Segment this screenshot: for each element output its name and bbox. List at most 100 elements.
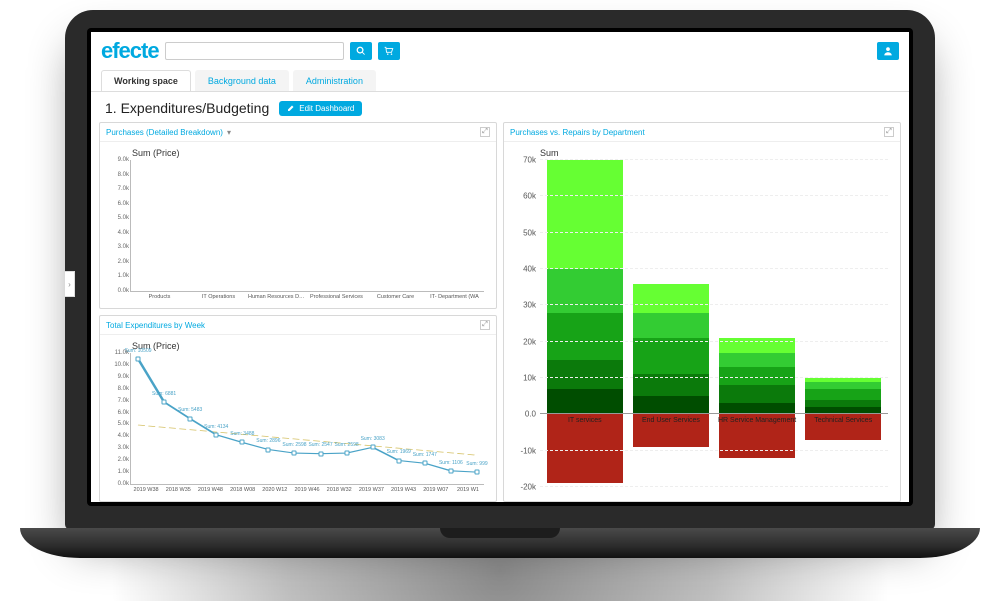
- x-label: IT- Department (WA: [425, 292, 484, 300]
- y-tick: 4.0k: [105, 433, 129, 439]
- panel-header: Purchases (Detailed Breakdown) ▾ ⤢: [100, 123, 496, 142]
- expand-panel-button[interactable]: ⤢: [480, 127, 490, 137]
- chart-axes: IT servicesEnd User ServicesHR Service M…: [540, 160, 888, 487]
- data-point-label: Sum: 3083: [361, 436, 385, 442]
- y-tick: 7.0k: [105, 398, 129, 404]
- pencil-icon: [287, 104, 295, 112]
- panel-body: Sum IT servicesEnd User ServicesHR Servi…: [504, 142, 900, 501]
- y-tick: 40k: [510, 265, 536, 274]
- data-point-label: Sum: 4134: [204, 424, 228, 430]
- chart-points: Sum: 10509Sum: 6881Sum: 5483Sum: 4134Sum…: [131, 353, 484, 484]
- data-point[interactable]: [162, 400, 167, 405]
- y-tick: 11.0k: [105, 350, 129, 356]
- data-point-label: Sum: 5483: [178, 407, 202, 413]
- tab-administration[interactable]: Administration: [293, 70, 376, 91]
- y-tick: 9.0k: [105, 374, 129, 380]
- data-point[interactable]: [396, 458, 401, 463]
- bar-column[interactable]: Technical Services: [802, 160, 885, 487]
- x-label: 2018 W32: [323, 485, 355, 493]
- bar-segment: [547, 389, 623, 414]
- y-tick: 60k: [510, 192, 536, 201]
- y-tick: 2.0k: [105, 457, 129, 463]
- data-point[interactable]: [422, 461, 427, 466]
- y-tick: 5.0k: [105, 215, 129, 221]
- tab-background-data[interactable]: Background data: [195, 70, 289, 91]
- data-point[interactable]: [344, 451, 349, 456]
- x-label: 2019 W1: [452, 485, 484, 493]
- panel-title: Purchases vs. Repairs by Department: [510, 128, 645, 137]
- bar-segment: [547, 269, 623, 313]
- cart-icon: [384, 46, 394, 56]
- data-point[interactable]: [448, 468, 453, 473]
- tab-working-space[interactable]: Working space: [101, 70, 191, 91]
- bar-segment: [633, 313, 709, 338]
- bar-segment: [547, 313, 623, 360]
- expand-panel-button[interactable]: ⤢: [480, 320, 490, 330]
- bar-segment: [547, 160, 623, 269]
- chart-axes: 0.0k1.0k2.0k3.0k4.0k5.0k6.0k7.0k8.0k9.0k: [130, 160, 484, 292]
- edit-dashboard-button[interactable]: Edit Dashboard: [279, 101, 362, 116]
- data-point[interactable]: [474, 470, 479, 475]
- y-tick: 5.0k: [105, 421, 129, 427]
- y-tick: 7.0k: [105, 186, 129, 192]
- bar-column[interactable]: IT services: [543, 160, 626, 487]
- panel-body: Sum (Price) 0.0k1.0k2.0k3.0k4.0k5.0k6.0k…: [100, 142, 496, 308]
- y-tick: 6.0k: [105, 201, 129, 207]
- bar-segment: [719, 353, 795, 368]
- x-label: 2019 W38: [130, 485, 162, 493]
- data-point-label: Sum: 2598: [335, 442, 359, 448]
- dashboard-left-column: Purchases (Detailed Breakdown) ▾ ⤢ Sum (…: [99, 122, 497, 502]
- data-point[interactable]: [188, 416, 193, 421]
- y-tick: 0.0k: [105, 481, 129, 487]
- data-point[interactable]: [136, 356, 141, 361]
- y-tick: 4.0k: [105, 230, 129, 236]
- data-point-label: Sum: 2896: [256, 438, 280, 444]
- panel-header: Purchases vs. Repairs by Department ⤢: [504, 123, 900, 142]
- user-menu-button[interactable]: [877, 42, 899, 60]
- data-point[interactable]: [292, 451, 297, 456]
- chart-title: Sum (Price): [132, 341, 490, 351]
- x-label: Technical Services: [802, 417, 885, 424]
- chart-bars: IT servicesEnd User ServicesHR Service M…: [540, 160, 888, 487]
- bar-segment: [633, 284, 709, 313]
- data-point-label: Sum: 1747: [413, 452, 437, 458]
- x-label: Customer Care: [366, 292, 425, 300]
- y-tick: 1.0k: [105, 273, 129, 279]
- bar-segment: [805, 382, 881, 389]
- y-tick: 2.0k: [105, 259, 129, 265]
- data-point[interactable]: [240, 440, 245, 445]
- y-tick: 0.0k: [105, 288, 129, 294]
- bar-segment: [805, 389, 881, 400]
- y-tick: 9.0k: [105, 157, 129, 163]
- x-label: 2019 W48: [194, 485, 226, 493]
- panel-title: Purchases (Detailed Breakdown): [106, 128, 223, 137]
- x-label: Human Resources Depar: [248, 292, 307, 300]
- x-label: 2019 W43: [388, 485, 420, 493]
- data-point[interactable]: [318, 451, 323, 456]
- chart-title: Sum (Price): [132, 148, 490, 158]
- data-point[interactable]: [370, 445, 375, 450]
- bar-segment: [719, 385, 795, 403]
- cart-button[interactable]: [378, 42, 400, 60]
- bar-column[interactable]: End User Services: [630, 160, 713, 487]
- y-tick: 30k: [510, 301, 536, 310]
- x-label: 2019 W37: [355, 485, 387, 493]
- brand-logo: efecte: [101, 38, 159, 64]
- chevron-down-icon[interactable]: ▾: [227, 128, 231, 137]
- data-point[interactable]: [266, 447, 271, 452]
- data-point[interactable]: [214, 432, 219, 437]
- bar-segment: [547, 360, 623, 389]
- y-tick: 1.0k: [105, 469, 129, 475]
- title-row: 1. Expenditures/Budgeting Edit Dashboard: [91, 92, 909, 122]
- screen-inner: efecte Working space Back: [87, 28, 913, 506]
- y-tick: -20k: [510, 483, 536, 492]
- bar-column[interactable]: HR Service Management: [716, 160, 799, 487]
- x-label: 2018 W35: [162, 485, 194, 493]
- search-button[interactable]: [350, 42, 372, 60]
- y-tick: -10k: [510, 446, 536, 455]
- expand-panel-button[interactable]: ⤢: [884, 127, 894, 137]
- search-input[interactable]: [165, 42, 344, 60]
- y-tick: 3.0k: [105, 445, 129, 451]
- bar-segment: [805, 400, 881, 407]
- laptop-frame: efecte Working space Back: [65, 10, 935, 558]
